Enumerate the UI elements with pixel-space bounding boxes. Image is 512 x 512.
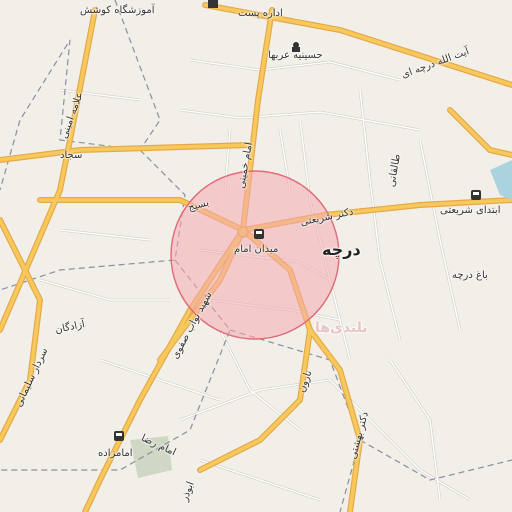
bus-stop-icon[interactable] [254,229,264,239]
poi-label-amoozeshgah[interactable]: آموزشگاه کوشش [80,5,155,16]
bus-stop-icon[interactable] [471,190,481,200]
poi-label-imamzadeh[interactable]: امامزاده [98,448,133,459]
place-label-dorche[interactable]: درچه [322,240,361,259]
bus-stop-icon[interactable] [114,431,124,441]
road-label-sajjad: سجاد [60,150,83,161]
poi-label-ebteday-shariati[interactable]: ابتدای شریعتی [440,205,500,216]
poi-label-bagh-dorche[interactable]: باغ درچه [452,270,488,281]
poi-label-post-office[interactable]: اداره پست [238,8,283,19]
map-layer [0,0,512,512]
place-label-bolandiha[interactable]: بلندی‌ها [315,320,368,336]
post-office-icon[interactable] [208,0,218,8]
poi-label-hoseinieh[interactable]: حسینیه عربها [268,50,323,61]
map-canvas[interactable]: اداره پست حسینیه عربها آموزشگاه کوشش مید… [0,0,512,512]
poi-label-meydan-imam[interactable]: میدان امام [234,244,278,255]
water-body [490,160,512,200]
